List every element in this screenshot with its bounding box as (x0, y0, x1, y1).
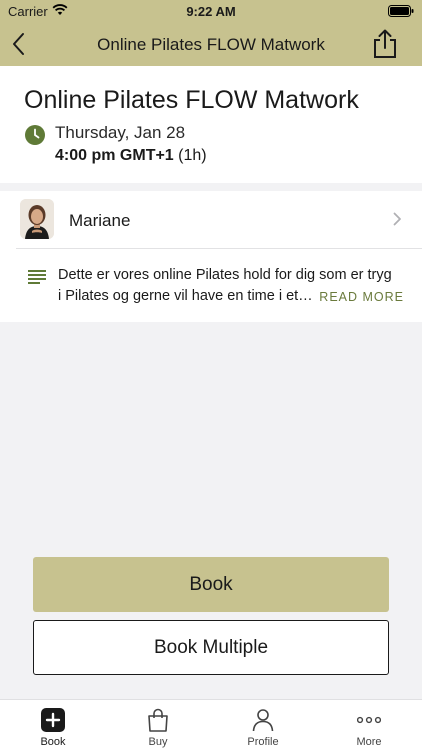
tab-more[interactable]: More (339, 700, 399, 750)
chevron-right-icon (393, 212, 401, 226)
ellipsis-icon (357, 716, 381, 724)
tab-profile-label: Profile (247, 736, 279, 748)
battery-icon (388, 5, 414, 17)
tab-buy[interactable]: Buy (128, 700, 188, 750)
plus-square-icon (41, 708, 65, 732)
tab-more-label: More (356, 736, 382, 748)
share-icon[interactable] (372, 29, 398, 59)
person-icon (252, 709, 274, 732)
tab-buy-label: Buy (148, 736, 168, 748)
class-details: Mariane Dette er vores online Pilates ho… (0, 191, 422, 322)
instructor-row[interactable]: Mariane (0, 191, 422, 248)
class-time: 4:00 pm GMT+1 (55, 147, 174, 164)
bag-icon (148, 708, 168, 732)
description-line-1: Dette er vores online Pilates hold for d… (58, 267, 392, 283)
book-button[interactable]: Book (33, 557, 389, 612)
instructor-name: Mariane (69, 211, 131, 230)
divider (16, 248, 422, 249)
clock-icon (25, 125, 45, 145)
avatar (20, 199, 54, 239)
tab-bar: Book Buy Profile More (0, 699, 422, 750)
book-multiple-button[interactable]: Book Multiple (33, 620, 389, 675)
nav-title: Online Pilates FLOW Matwork (97, 35, 325, 54)
status-time: 9:22 AM (186, 4, 236, 19)
navigation-bar: Online Pilates FLOW Matwork (0, 22, 422, 66)
read-more-link[interactable]: READ MORE (319, 290, 404, 304)
status-bar: Carrier 9:22 AM (0, 0, 422, 22)
tab-profile[interactable]: Profile (233, 700, 293, 750)
class-date: Thursday, Jan 28 (55, 123, 186, 142)
text-lines-icon (28, 270, 46, 284)
description-line-2: i Pilates og gerne vil have en time i et… (58, 288, 313, 304)
class-header: Online Pilates FLOW Matwork Thursday, Ja… (0, 66, 422, 183)
tab-book-label: Book (40, 736, 66, 748)
class-title: Online Pilates FLOW Matwork (24, 86, 359, 114)
tab-book[interactable]: Book (23, 700, 83, 750)
class-time-row: 4:00 pm GMT+1 (1h) (55, 147, 207, 165)
class-duration: (1h) (178, 147, 207, 164)
chevron-left-icon[interactable] (10, 32, 30, 56)
